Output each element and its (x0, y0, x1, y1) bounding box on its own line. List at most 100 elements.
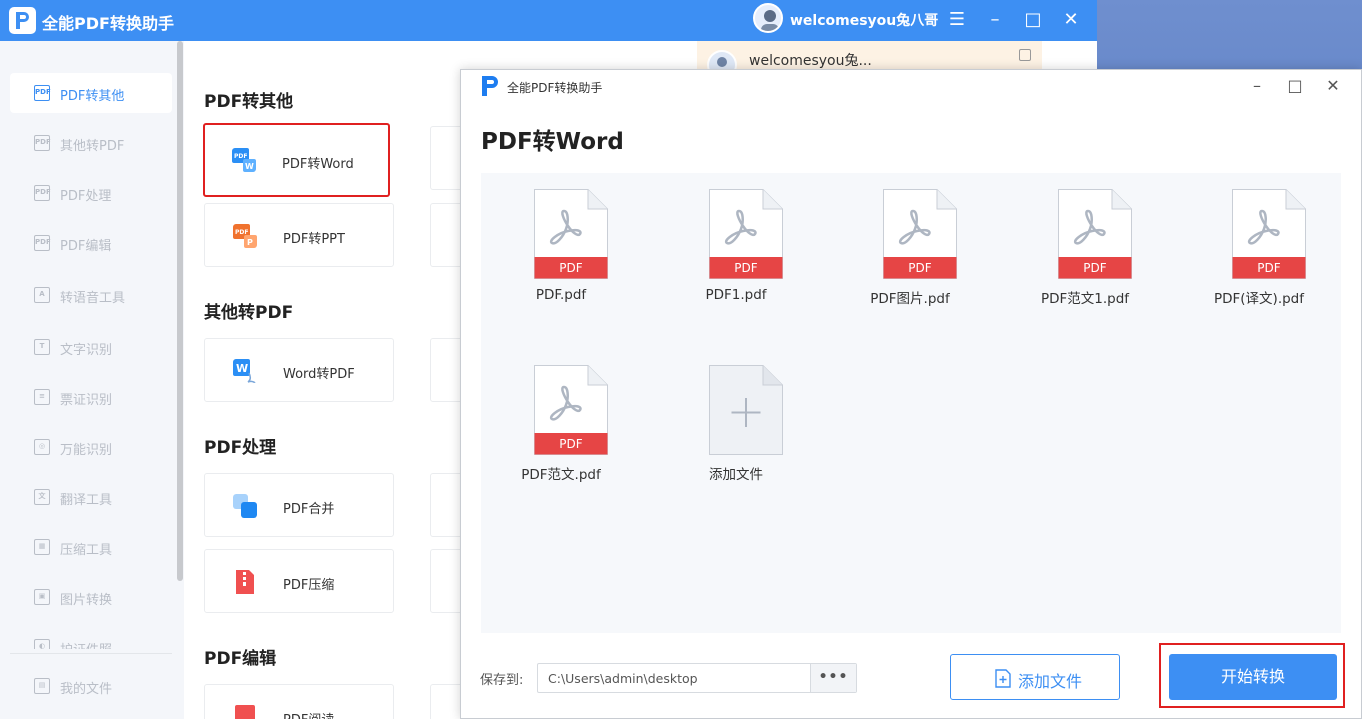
close-icon[interactable]: ✕ (1059, 8, 1083, 32)
sidebar-item-my-files[interactable]: ▤ 我的文件 (10, 666, 172, 706)
save-path-field[interactable]: C:\Users\admin\desktop ••• (537, 663, 857, 693)
sidebar-item-other-to-pdf[interactable]: PDF 其他转PDF (10, 123, 172, 163)
pdf-file-icon: PDF (534, 189, 608, 279)
logout-icon[interactable] (1019, 49, 1031, 61)
maximize-icon[interactable]: □ (1021, 8, 1045, 32)
dialog-app-title: 全能PDF转换助手 (507, 81, 603, 95)
sidebar-item-label: 转语音工具 (60, 291, 126, 306)
sidebar-item-tts[interactable]: A 转语音工具 (10, 275, 172, 315)
file-item[interactable]: PDF PDF.pdf (491, 173, 631, 303)
sidebar: PDF PDF转其他 PDF 其他转PDF PDF PDF处理 PDF PDF编… (0, 41, 184, 719)
card-pdf-merge[interactable]: PDF合并 (204, 473, 394, 537)
sidebar-item-compress[interactable]: ▦ 压缩工具 (10, 527, 172, 567)
sidebar-item-label: PDF转其他 (60, 89, 125, 104)
card-pdf-to-ppt[interactable]: PDF P PDF转PPT (204, 203, 394, 267)
card-word-to-pdf[interactable]: W Word转PDF (204, 338, 394, 402)
app-logo-icon (9, 7, 36, 34)
sidebar-item-id-photo[interactable]: ◐ 护证件照 (10, 627, 172, 649)
sidebar-item-ticket-ocr[interactable]: ≡ 票证识别 (10, 377, 172, 417)
card-label: PDF转PPT (283, 232, 345, 247)
start-button-highlight: 开始转换 (1159, 643, 1345, 708)
zip-icon (236, 570, 254, 594)
sidebar-item-label: PDF处理 (60, 189, 112, 204)
sidebar-item-label: 护证件照 (60, 639, 112, 649)
sidebar-item-ocr[interactable]: T 文字识别 (10, 327, 172, 367)
sidebar-item-pdf-process[interactable]: PDF PDF处理 (10, 173, 172, 213)
pdf-file-icon: PDF (34, 135, 51, 151)
pdf-file-icon: PDF (34, 85, 51, 101)
sidebar-item-label: 票证识别 (60, 393, 113, 408)
pdf-file-icon: PDF (1232, 189, 1306, 279)
menu-icon[interactable]: ☰ (945, 8, 969, 32)
file-item[interactable]: PDF PDF(译文).pdf (1189, 173, 1329, 307)
merge-icon (233, 494, 257, 518)
add-file-button-label: 添加文件 (1018, 672, 1083, 691)
file-name: PDF图片.pdf (870, 291, 950, 307)
add-file-icon (709, 365, 783, 455)
my-files-icon: ▤ (34, 678, 50, 694)
minimize-icon[interactable]: – (1246, 75, 1268, 97)
card-pdf-compress[interactable]: PDF压缩 (204, 549, 394, 613)
pdf-badge: PDF (559, 437, 582, 451)
pdf-file-icon: PDF (534, 365, 608, 455)
pdf-file-icon: PDF (883, 189, 957, 279)
file-name: PDF范文1.pdf (1040, 291, 1130, 307)
minimize-icon[interactable]: – (983, 8, 1007, 32)
svg-text:W: W (245, 162, 254, 171)
sidebar-scrollbar[interactable] (177, 41, 183, 581)
sidebar-item-universal-ocr[interactable]: ◎ 万能识别 (10, 427, 172, 467)
file-name: PDF.pdf (535, 287, 587, 303)
start-convert-button[interactable]: 开始转换 (1169, 654, 1337, 700)
ticket-icon: ≡ (34, 389, 50, 405)
file-list-area[interactable]: PDF PDF.pdf PDF PDF1.pdf PDF PDF图片.pdf P… (481, 173, 1341, 633)
word-to-pdf-icon: W (233, 359, 257, 383)
pdf-badge: PDF (908, 261, 931, 275)
pdf-badge: PDF (734, 261, 757, 275)
sidebar-divider (10, 653, 172, 654)
card-label: PDF合并 (283, 502, 335, 517)
pdf-badge: PDF (559, 261, 582, 275)
browse-button[interactable]: ••• (810, 664, 856, 692)
file-item[interactable]: PDF PDF范文.pdf (491, 349, 631, 483)
user-name[interactable]: welcomesyou兔八哥 (790, 10, 938, 30)
sidebar-item-pdf-to-other[interactable]: PDF PDF转其他 (10, 73, 172, 113)
svg-text:PDF: PDF (235, 229, 248, 236)
file-name: PDF(译文).pdf (1213, 291, 1305, 307)
section-title: PDF处理 (204, 438, 277, 458)
id-photo-icon: ◐ (34, 639, 50, 649)
user-avatar[interactable] (753, 3, 783, 33)
add-file-button[interactable]: 添加文件 (950, 654, 1120, 700)
app-logo-icon (482, 76, 498, 96)
section-title: PDF编辑 (204, 649, 277, 669)
sidebar-item-label: 翻译工具 (60, 493, 113, 508)
card-label: PDF转Word (282, 157, 354, 172)
dialog-titlebar: 全能PDF转换助手 – □ ✕ (461, 70, 1361, 102)
card-label: PDF压缩 (283, 578, 335, 593)
add-file-label: 添加文件 (709, 467, 763, 483)
dialog-heading: PDF转Word (481, 129, 624, 155)
add-file-tile[interactable]: 添加文件 (666, 349, 806, 483)
svg-text:P: P (247, 238, 253, 247)
file-item[interactable]: PDF PDF1.pdf (666, 173, 806, 303)
image-icon: ▣ (34, 589, 50, 605)
sidebar-item-translate[interactable]: 文 翻译工具 (10, 477, 172, 517)
save-to-label: 保存到: (480, 673, 524, 688)
add-file-icon (995, 669, 1011, 688)
file-item[interactable]: PDF PDF范文1.pdf (1015, 173, 1155, 307)
sidebar-item-image-convert[interactable]: ▣ 图片转换 (10, 577, 172, 617)
pdf-badge: PDF (1083, 261, 1106, 275)
maximize-icon[interactable]: □ (1284, 75, 1306, 97)
sidebar-item-label: 其他转PDF (60, 139, 125, 154)
pdf-process-icon: PDF (34, 185, 51, 201)
sidebar-item-label: 图片转换 (60, 593, 113, 608)
close-icon[interactable]: ✕ (1322, 75, 1344, 97)
card-pdf-read[interactable]: PDF阅读 (204, 684, 394, 719)
pdf-to-word-icon: PDF W (232, 148, 256, 172)
sidebar-item-pdf-edit[interactable]: PDF PDF编辑 (10, 223, 172, 263)
compress-icon: ▦ (34, 539, 50, 555)
main-titlebar: 全能PDF转换助手 welcomesyou兔八哥 ☰ – □ ✕ (0, 0, 1097, 41)
file-item[interactable]: PDF PDF图片.pdf (840, 173, 980, 307)
card-label: Word转PDF (283, 367, 355, 382)
file-name: PDF范文.pdf (521, 467, 601, 483)
sidebar-item-label: 我的文件 (60, 682, 113, 697)
